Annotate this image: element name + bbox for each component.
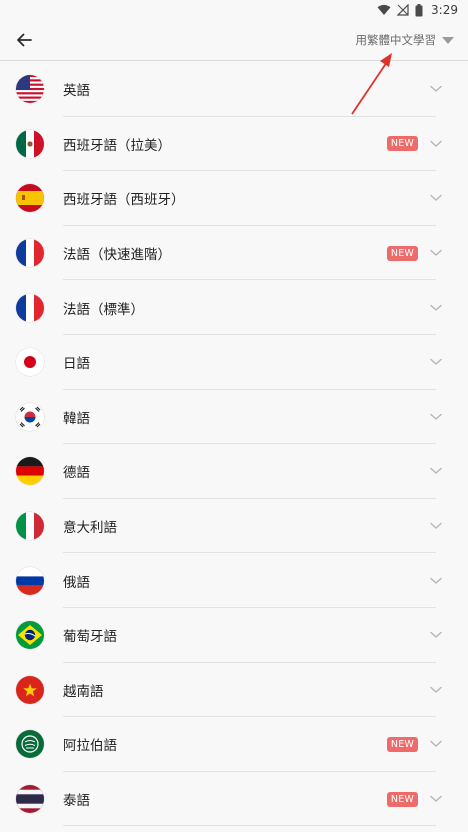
chevron-down-icon[interactable]: [426, 680, 446, 700]
language-list-item[interactable]: 法語（標準）: [0, 280, 468, 335]
language-name: 西班牙語（西班牙）: [63, 192, 185, 209]
language-name: 阿拉伯語: [63, 738, 117, 755]
chevron-down-icon[interactable]: [426, 298, 446, 318]
flag-mx-icon: [16, 129, 44, 158]
language-list-item[interactable]: 英語: [0, 62, 468, 117]
flag-it-icon: [16, 512, 44, 541]
flag-ru-icon: [16, 566, 44, 595]
back-arrow-icon: [17, 33, 32, 47]
language-name: 日語: [63, 356, 90, 373]
flag-kr-icon: [16, 402, 44, 431]
chevron-down-icon[interactable]: [426, 134, 446, 154]
language-list-item[interactable]: 西班牙語（拉美） NEW: [0, 117, 468, 172]
chevron-down-icon[interactable]: [426, 625, 446, 645]
language-name: 泰語: [63, 793, 90, 810]
chevron-down-icon[interactable]: [426, 789, 446, 809]
chevron-down-icon[interactable]: [426, 243, 446, 263]
language-list-item[interactable]: 法語（快速進階） NEW: [0, 226, 468, 281]
flag-jp-icon: [16, 348, 44, 377]
chevron-down-icon[interactable]: [426, 352, 446, 372]
language-list-item[interactable]: 泰語 NEW: [0, 772, 468, 827]
chevron-down-icon[interactable]: [426, 571, 446, 591]
chevron-down-icon[interactable]: [426, 516, 446, 536]
divider: [63, 825, 436, 827]
language-name: 越南語: [63, 683, 104, 700]
chevron-down-icon[interactable]: [426, 407, 446, 427]
status-time: 3:29: [431, 3, 458, 17]
caret-down-icon: [442, 36, 454, 44]
flag-sa-icon: [16, 730, 44, 759]
new-badge: NEW: [386, 136, 418, 152]
language-list-item[interactable]: 德語: [0, 444, 468, 499]
app-bar: 用繁體中文學習: [0, 20, 468, 61]
back-button[interactable]: [2, 20, 46, 60]
language-list-item[interactable]: 韓語: [0, 390, 468, 445]
flag-fr-icon: [16, 239, 44, 268]
language-list-item[interactable]: 西班牙語（西班牙）: [0, 171, 468, 226]
new-badge: NEW: [386, 736, 418, 752]
language-list-item[interactable]: 阿拉伯語 NEW: [0, 717, 468, 772]
chevron-down-icon[interactable]: [426, 188, 446, 208]
wifi-icon: [377, 4, 391, 15]
learning-language-selector[interactable]: 用繁體中文學習: [355, 32, 454, 48]
language-name: 德語: [63, 465, 90, 482]
flag-de-icon: [16, 457, 44, 486]
flag-fr-icon: [16, 293, 44, 322]
chevron-down-icon[interactable]: [426, 461, 446, 481]
language-list-item[interactable]: 意大利語: [0, 499, 468, 554]
language-list: 英語西班牙語（拉美） NEW 西班牙語（西班牙） 法語（快速進階） NEW 法語（標準） 日…: [0, 62, 468, 827]
language-list-item[interactable]: 越南語: [0, 663, 468, 718]
flag-us-icon: [16, 75, 44, 104]
flag-es-icon: [16, 184, 44, 213]
chevron-down-icon[interactable]: [426, 734, 446, 754]
flag-vn-icon: [16, 675, 44, 704]
chevron-down-icon[interactable]: [426, 79, 446, 99]
battery-icon: [415, 3, 423, 16]
language-list-item[interactable]: 日語: [0, 335, 468, 390]
status-bar: 3:29: [0, 0, 468, 20]
learning-language-label: 用繁體中文學習: [355, 33, 437, 47]
flag-br-icon: [16, 621, 44, 650]
language-name: 法語（標準）: [63, 301, 144, 318]
language-name: 韓語: [63, 410, 90, 427]
language-name: 葡萄牙語: [63, 629, 117, 646]
signal-icon: [397, 4, 409, 16]
flag-th-icon: [16, 785, 44, 814]
new-badge: NEW: [386, 245, 418, 261]
language-name: 法語（快速進階）: [63, 247, 171, 264]
new-badge: NEW: [386, 791, 418, 807]
language-list-item[interactable]: 俄語: [0, 553, 468, 608]
language-list-item[interactable]: 葡萄牙語: [0, 608, 468, 663]
language-name: 俄語: [63, 574, 90, 591]
language-name: 英語: [63, 83, 90, 100]
language-name: 西班牙語（拉美）: [63, 137, 171, 154]
language-name: 意大利語: [63, 520, 117, 537]
